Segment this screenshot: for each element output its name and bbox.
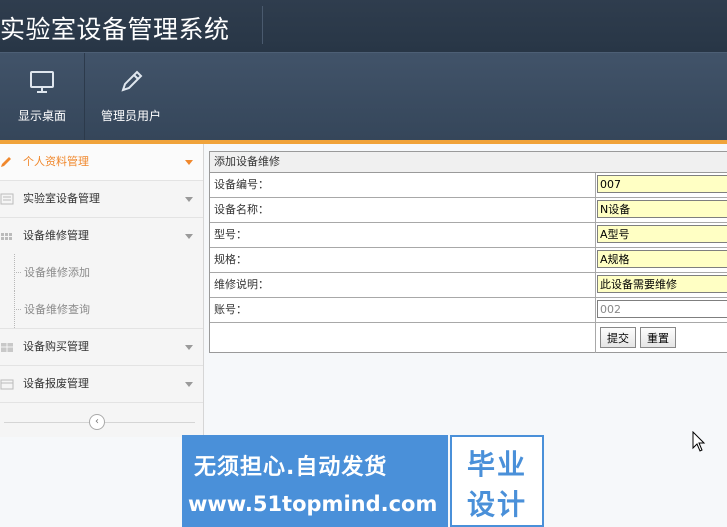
spec-label: 规格： (214, 253, 247, 266)
banner-right-panel: 毕业 设计 (450, 435, 544, 527)
form-row-equipment-id: 设备编号： (210, 173, 727, 198)
sidebar-item-profile[interactable]: 个人资料管理 (0, 144, 203, 181)
sidebar-subitem-repair-add[interactable]: 设备维修添加 (0, 254, 203, 291)
model-input[interactable] (597, 225, 727, 243)
sidebar-item-purchase[interactable]: 设备购买管理 (0, 329, 203, 366)
form-row-repair-description: 维修说明： (210, 273, 727, 298)
spec-input[interactable] (597, 250, 727, 268)
admin-user-label: 管理员用户 (100, 109, 161, 123)
model-label: 型号： (214, 228, 247, 241)
calendar-icon (0, 379, 14, 390)
form-title: 添加设备维修 (210, 152, 727, 173)
sidebar-item-label: 个人资料管理 (23, 155, 89, 168)
repair-description-label: 维修说明： (214, 278, 269, 291)
equipment-name-input[interactable] (597, 200, 727, 218)
sidebar-item-label: 实验室设备管理 (23, 192, 100, 205)
cell-divider (595, 223, 596, 247)
chevron-down-icon (185, 160, 193, 165)
form-row-equipment-name: 设备名称： (210, 198, 727, 223)
sidebar-item-repair[interactable]: 设备维修管理 (0, 218, 203, 254)
app-title: 实验室设备管理系统 (0, 15, 230, 44)
account-label: 账号： (214, 303, 247, 316)
watermark-banner: 无须担心.自动发货 www.51topmind.com 毕业 设计 (182, 435, 544, 527)
chevron-down-icon (185, 345, 193, 350)
banner-left-panel: 无须担心.自动发货 www.51topmind.com (182, 435, 448, 527)
toolbar: 显示桌面 管理员用户 (0, 53, 727, 140)
list-icon (0, 193, 14, 205)
sidebar-subitem-repair-query[interactable]: 设备维修查询 (0, 291, 203, 329)
repair-add-form: 添加设备维修 设备编号： 设备名称： 型号： 规格： 维修说明： 账号： 提交 … (209, 151, 727, 353)
submit-button[interactable]: 提交 (600, 327, 636, 348)
form-row-account: 账号： (210, 298, 727, 323)
sidebar: 个人资料管理 实验室设备管理 设备维修管理 设备维修添加 设备维修查询 设备购买… (0, 144, 204, 437)
equipment-name-label: 设备名称： (214, 203, 269, 216)
pencil-icon (1, 157, 11, 167)
cell-divider (595, 248, 596, 272)
equipment-id-label: 设备编号： (214, 178, 269, 191)
monitor-icon (30, 71, 54, 93)
table-icon (1, 343, 13, 352)
pencil-icon (121, 70, 143, 92)
equipment-id-input[interactable] (597, 175, 727, 193)
banner-slogan: 无须担心.自动发货 (194, 455, 388, 480)
header: 实验室设备管理系统 显示桌面 管理员用户 (0, 0, 727, 140)
admin-user-button[interactable]: 管理员用户 (86, 53, 176, 140)
repair-description-input[interactable] (597, 275, 727, 293)
title-divider (262, 6, 263, 44)
sidebar-collapse-row: ‹ (0, 403, 203, 441)
cell-divider (595, 198, 596, 222)
show-desktop-button[interactable]: 显示桌面 (0, 53, 84, 140)
account-input[interactable] (597, 300, 727, 318)
toolbar-divider (84, 53, 85, 140)
form-row-spec: 规格： (210, 248, 727, 273)
cell-divider (595, 173, 596, 197)
form-row-model: 型号： (210, 223, 727, 248)
chevron-down-icon (185, 382, 193, 387)
reset-button[interactable]: 重置 (640, 327, 676, 348)
sidebar-item-label: 设备报废管理 (23, 377, 89, 390)
sidebar-item-scrap[interactable]: 设备报废管理 (0, 366, 203, 403)
sidebar-item-lab-equipment[interactable]: 实验室设备管理 (0, 181, 203, 218)
sidebar-item-label: 设备维修管理 (23, 229, 89, 242)
cell-divider (595, 273, 596, 297)
banner-url: www.51topmind.com (188, 492, 438, 516)
show-desktop-label: 显示桌面 (17, 109, 66, 123)
banner-right-line1: 毕业 (466, 448, 527, 481)
form-actions-row: 提交 重置 (210, 323, 727, 353)
mouse-cursor-icon (692, 431, 706, 452)
chevron-down-icon (185, 234, 193, 239)
grid-icon (1, 233, 12, 240)
banner-right-line2: 设计 (466, 488, 527, 521)
title-bar: 实验室设备管理系统 (0, 0, 727, 53)
cell-divider (595, 323, 596, 353)
chevron-left-icon[interactable]: ‹ (89, 414, 105, 430)
sidebar-item-label: 设备购买管理 (23, 340, 89, 353)
cell-divider (595, 298, 596, 322)
chevron-down-icon (185, 197, 193, 202)
